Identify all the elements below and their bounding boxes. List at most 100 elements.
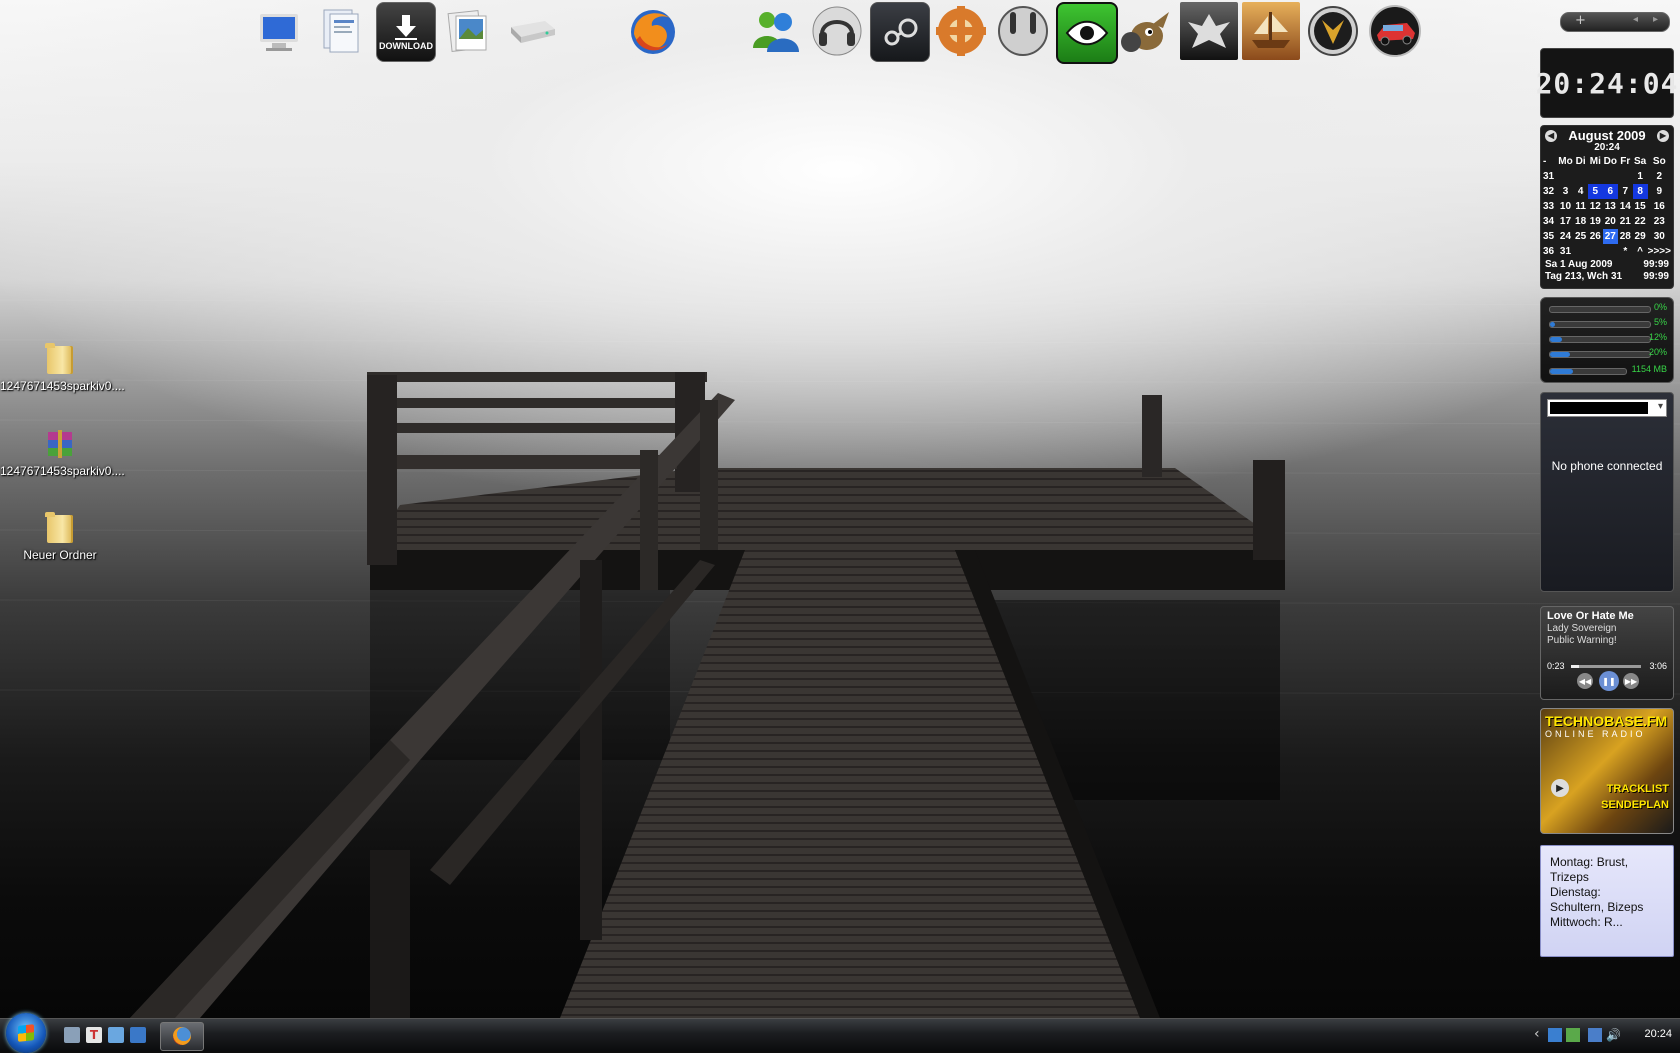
team-fortress-icon[interactable]: [932, 2, 990, 60]
technobase-radio-gadget[interactable]: TECHNOBASE.FM ONLINE RADIO ▶ TRACKLIST S…: [1540, 708, 1674, 834]
calendar-next-icon[interactable]: ▶: [1657, 129, 1669, 142]
sendeplan-link[interactable]: SENDEPLAN: [1601, 799, 1669, 811]
monitor-icon[interactable]: [1588, 1028, 1602, 1042]
pause-icon[interactable]: ❚❚: [1599, 671, 1619, 691]
calendar-day[interactable]: 2: [1648, 169, 1671, 184]
volume-icon[interactable]: 🔊: [1606, 1028, 1621, 1042]
folder-icon: [45, 512, 73, 543]
safely-remove-icon[interactable]: [1566, 1028, 1580, 1042]
chevron-down-icon[interactable]: ▾: [1658, 401, 1663, 412]
desktop-icon-folder[interactable]: 1247671453sparkiv0....: [0, 343, 125, 393]
calendar-day[interactable]: 31: [1558, 244, 1574, 259]
calendar-day[interactable]: [1573, 169, 1588, 184]
prev-page-icon[interactable]: ◂: [1633, 14, 1638, 25]
calendar-day[interactable]: 7: [1618, 184, 1633, 199]
calendar-day[interactable]: 11: [1573, 199, 1588, 214]
download-icon[interactable]: DOWNLOAD: [376, 2, 436, 62]
calendar-day[interactable]: 19: [1588, 214, 1603, 229]
calendar-day[interactable]: 14: [1618, 199, 1633, 214]
calendar-day[interactable]: 13: [1603, 199, 1618, 214]
calendar-day[interactable]: [1573, 244, 1588, 259]
calendar-nav-up[interactable]: ^: [1633, 244, 1648, 259]
calendar-day-week-text: Tag 213, Wch 31: [1545, 271, 1623, 282]
calendar-header-cell: -: [1543, 156, 1547, 167]
next-page-icon[interactable]: ▸: [1653, 14, 1658, 25]
seek-bar[interactable]: [1571, 665, 1641, 668]
calendar-day[interactable]: 26: [1588, 229, 1603, 244]
ship-game-icon[interactable]: [1242, 2, 1300, 60]
calendar-day[interactable]: 4: [1573, 184, 1588, 199]
start-button[interactable]: [6, 1013, 46, 1053]
computer-icon[interactable]: [250, 2, 308, 60]
calendar-day[interactable]: 16: [1648, 199, 1671, 214]
calendar-day[interactable]: 1: [1633, 169, 1648, 184]
calendar-day[interactable]: [1588, 169, 1603, 184]
calendar-day[interactable]: 18: [1573, 214, 1588, 229]
starcraft-icon[interactable]: [1304, 2, 1362, 60]
calendar-day-today[interactable]: 27: [1602, 229, 1618, 244]
calendar-day[interactable]: [1603, 244, 1618, 259]
calendar-nav-star[interactable]: *: [1618, 244, 1633, 259]
notes-gadget[interactable]: Montag: Brust, Trizeps Dienstag: Schulte…: [1540, 845, 1674, 957]
fast-forward-icon[interactable]: ▶▶: [1623, 673, 1639, 689]
calendar-day[interactable]: [1603, 169, 1618, 184]
tracklist-link[interactable]: TRACKLIST: [1607, 783, 1669, 795]
add-gadget-icon[interactable]: +: [1575, 13, 1586, 28]
calendar-day[interactable]: 29: [1633, 229, 1648, 244]
calendar-day-highlighted[interactable]: 5: [1587, 184, 1603, 199]
switch-windows-icon[interactable]: [108, 1027, 124, 1043]
messenger-icon[interactable]: [746, 2, 804, 60]
test-drive-icon[interactable]: [1366, 2, 1424, 60]
text-editor-icon[interactable]: T: [86, 1027, 102, 1043]
audio-player-icon[interactable]: [808, 2, 866, 60]
note-line: Montag: Brust,: [1550, 855, 1629, 869]
calendar-day[interactable]: 21: [1618, 214, 1633, 229]
calendar-day[interactable]: 9: [1648, 184, 1671, 199]
show-hidden-icons[interactable]: ‹: [1534, 1026, 1540, 1042]
calendar-day[interactable]: 10: [1558, 199, 1574, 214]
meter-row: 0%: [1549, 302, 1667, 313]
drive-icon[interactable]: [502, 2, 560, 60]
calendar-day[interactable]: 28: [1618, 229, 1633, 244]
taskbar-firefox-button[interactable]: [160, 1022, 204, 1051]
calendar-day[interactable]: 22: [1633, 214, 1648, 229]
media-player-gadget: Love Or Hate Me Lady Sovereign Public Wa…: [1540, 606, 1674, 700]
desktop-icon-new-folder[interactable]: Neuer Ordner: [0, 512, 120, 562]
calendar-day[interactable]: 23: [1648, 214, 1671, 229]
game-emblem-icon[interactable]: [1180, 2, 1238, 60]
steam-icon[interactable]: [870, 2, 930, 62]
calendar-day[interactable]: 15: [1633, 199, 1648, 214]
calendar-day-highlighted[interactable]: 8: [1632, 184, 1648, 199]
calendar-prev-icon[interactable]: ◀: [1545, 129, 1557, 142]
calendar-week-number: 31: [1543, 171, 1555, 182]
calendar-day[interactable]: 24: [1558, 229, 1574, 244]
show-desktop-icon[interactable]: [64, 1027, 80, 1043]
desktop-icon-archive[interactable]: 1247671453sparkiv0....: [0, 428, 125, 478]
explorer-icon[interactable]: [130, 1027, 146, 1043]
calendar-day[interactable]: 30: [1648, 229, 1671, 244]
rewind-icon[interactable]: ◀◀: [1577, 673, 1593, 689]
calendar-day[interactable]: [1588, 244, 1603, 259]
gimp-icon[interactable]: [1118, 2, 1176, 60]
taskbar-clock[interactable]: 20:24: [1644, 1028, 1672, 1040]
calendar-grid: - Mo Di Mi Do Fr Sa So 31 1 2 32 3 4 5 6…: [1543, 154, 1671, 259]
calendar-nav-forward[interactable]: >>>>: [1648, 244, 1671, 259]
calendar-day[interactable]: 25: [1573, 229, 1588, 244]
pictures-icon[interactable]: [440, 2, 498, 60]
eye-app-icon[interactable]: [1056, 2, 1118, 64]
network-icon[interactable]: [1548, 1028, 1562, 1042]
calendar-header-cell: Di: [1575, 156, 1586, 167]
calendar-day[interactable]: [1558, 169, 1574, 184]
calendar-day[interactable]: [1618, 169, 1633, 184]
calendar-day-highlighted[interactable]: 6: [1602, 184, 1618, 199]
clock-gadget[interactable]: 20:24:04: [1536, 48, 1677, 118]
calendar-day[interactable]: 20: [1603, 214, 1618, 229]
ble-icon[interactable]: [994, 2, 1052, 60]
calendar-day[interactable]: 3: [1558, 184, 1574, 199]
documents-icon[interactable]: [312, 2, 370, 60]
play-icon[interactable]: ▶: [1551, 779, 1569, 797]
calendar-day[interactable]: 12: [1588, 199, 1603, 214]
firefox-icon[interactable]: [624, 2, 682, 60]
phone-select[interactable]: ▾: [1547, 399, 1667, 417]
calendar-day[interactable]: 17: [1558, 214, 1574, 229]
